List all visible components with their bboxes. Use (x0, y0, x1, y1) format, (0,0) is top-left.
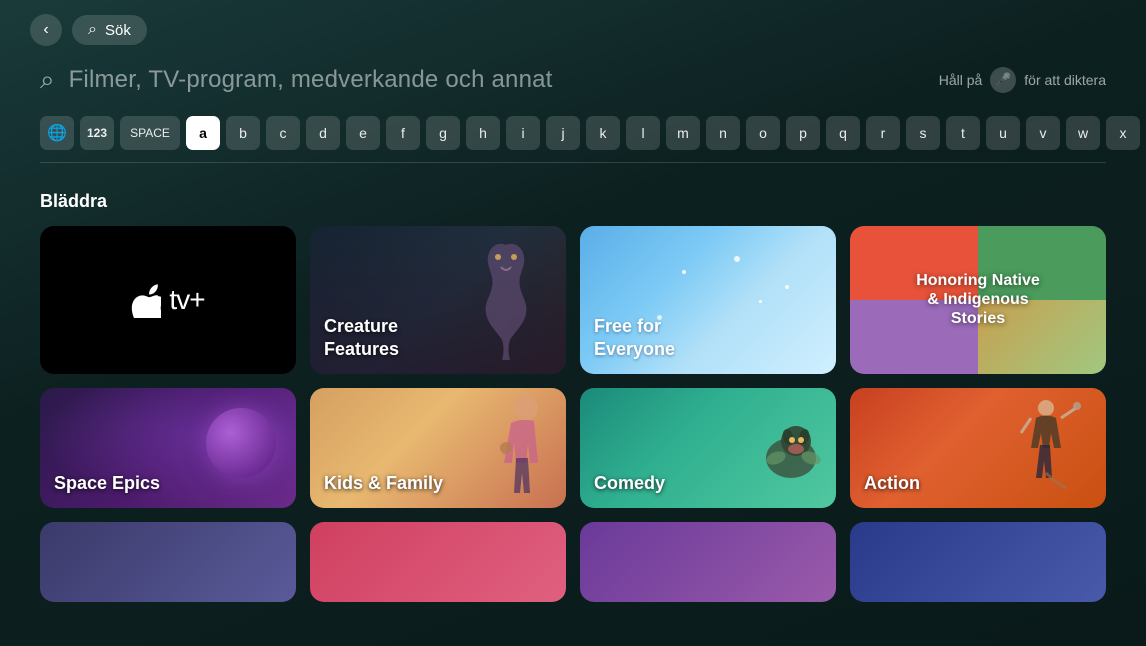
browse-row-2: Space Epics Kids & Family (40, 388, 1106, 508)
mic-icon: 🎤 (990, 67, 1016, 93)
card-native-label: Honoring Native& IndigenousStories (869, 271, 1087, 329)
key-s[interactable]: s (906, 116, 940, 150)
key-g[interactable]: g (426, 116, 460, 150)
space-planet (206, 408, 276, 478)
key-m[interactable]: m (666, 116, 700, 150)
key-b[interactable]: b (226, 116, 260, 150)
kids-silhouette (486, 393, 556, 508)
key-t[interactable]: t (946, 116, 980, 150)
back-button[interactable]: ‹ (30, 14, 62, 46)
key-p[interactable]: p (786, 116, 820, 150)
card-free-for-everyone[interactable]: Free forEveryone (580, 226, 836, 374)
key-k[interactable]: k (586, 116, 620, 150)
card-kids-family[interactable]: Kids & Family (310, 388, 566, 508)
card-partial-1[interactable] (40, 522, 296, 602)
key-l[interactable]: l (626, 116, 660, 150)
dictate-prefix: Håll på (939, 72, 983, 88)
key-globe[interactable]: 🌐 (40, 116, 74, 150)
card-kids-label: Kids & Family (324, 472, 443, 495)
key-j[interactable]: j (546, 116, 580, 150)
key-123[interactable]: 123 (80, 116, 114, 150)
card-free-label: Free forEveryone (594, 315, 675, 360)
card-partial-2[interactable] (310, 522, 566, 602)
apple-logo-icon (131, 282, 161, 318)
key-i[interactable]: i (506, 116, 540, 150)
card-space-label: Space Epics (54, 472, 160, 495)
kids-svg (486, 393, 556, 503)
action-silhouette (1006, 393, 1086, 508)
dictate-hint: Håll på 🎤 för att diktera (939, 67, 1106, 93)
card-partial-4[interactable] (850, 522, 1106, 602)
dog-svg (736, 403, 826, 503)
browse-section: Bläddra tv+ CreatureFeatures (0, 191, 1146, 602)
key-o[interactable]: o (746, 116, 780, 150)
key-x[interactable]: x (1106, 116, 1140, 150)
key-w[interactable]: w (1066, 116, 1100, 150)
tv-text: tv+ (169, 284, 204, 316)
browse-title: Bläddra (40, 191, 1106, 212)
dog-silhouette (736, 403, 826, 508)
action-svg (1006, 393, 1086, 503)
apple-tv-logo: tv+ (131, 282, 204, 318)
card-comedy-label: Comedy (594, 472, 665, 495)
key-u[interactable]: u (986, 116, 1020, 150)
top-bar: ‹ ⌕ Sök (0, 0, 1146, 60)
search-tab-icon: ⌕ (88, 21, 97, 39)
key-h[interactable]: h (466, 116, 500, 150)
search-icon: ⌕ (40, 64, 55, 96)
creature-svg (466, 235, 546, 365)
search-input-area: ⌕ Filmer, TV-program, medverkande och an… (40, 64, 939, 96)
key-n[interactable]: n (706, 116, 740, 150)
card-apple-tv[interactable]: tv+ (40, 226, 296, 374)
search-tab[interactable]: ⌕ Sök (72, 15, 147, 45)
key-v[interactable]: v (1026, 116, 1060, 150)
search-tab-label: Sök (105, 22, 131, 39)
search-placeholder: Filmer, TV-program, medverkande och anna… (69, 66, 553, 94)
key-a[interactable]: a (186, 116, 220, 150)
card-action-label: Action (864, 472, 920, 495)
browse-row-3 (40, 522, 1106, 602)
key-space[interactable]: SPACE (120, 116, 180, 150)
keyboard: 🌐 123 SPACE a b c d e f g h i j k l m n … (40, 112, 1106, 162)
key-f[interactable]: f (386, 116, 420, 150)
card-space-epics[interactable]: Space Epics (40, 388, 296, 508)
card-action[interactable]: Action (850, 388, 1106, 508)
key-q[interactable]: q (826, 116, 860, 150)
key-d[interactable]: d (306, 116, 340, 150)
search-area: ⌕ Filmer, TV-program, medverkande och an… (0, 60, 1146, 191)
card-honoring-native[interactable]: Honoring Native& IndigenousStories (850, 226, 1106, 374)
card-creature-features[interactable]: CreatureFeatures (310, 226, 566, 374)
card-partial-3[interactable] (580, 522, 836, 602)
back-icon: ‹ (43, 21, 48, 39)
dictate-suffix: för att diktera (1024, 72, 1106, 88)
search-bar: ⌕ Filmer, TV-program, medverkande och an… (40, 64, 1106, 96)
card-creature-label: CreatureFeatures (324, 315, 399, 360)
key-r[interactable]: r (866, 116, 900, 150)
key-c[interactable]: c (266, 116, 300, 150)
browse-row-1: tv+ CreatureFeatures (40, 226, 1106, 374)
card-comedy[interactable]: Comedy (580, 388, 836, 508)
key-e[interactable]: e (346, 116, 380, 150)
keyboard-divider (40, 162, 1106, 163)
